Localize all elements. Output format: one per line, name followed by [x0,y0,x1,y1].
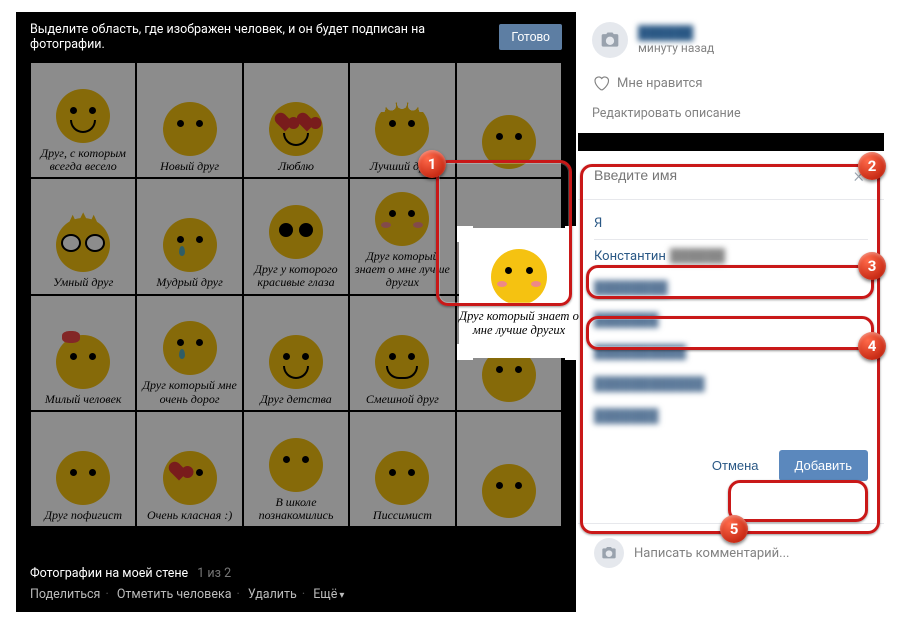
tag-instruction-bar: Выделите область, где изображен человек,… [16,12,576,62]
heart-icon [592,74,610,92]
comment-avatar [594,538,624,568]
grid-cell [456,62,562,178]
grid-cell: Мудрый друг [136,178,242,294]
camera-icon [600,30,620,50]
selected-caption: Друг который знает о мне лучше других [459,309,579,338]
side-panel: ██████ минуту назад Мне нравится Редакти… [578,12,884,582]
name-input[interactable] [594,167,850,183]
grid-cell: Умный друг [30,178,136,294]
grid-cell: Друг который знает о мне лучше других [349,178,455,294]
suggestion-item[interactable]: ████████ [594,272,868,304]
grid-cell: Друг детства [243,295,349,411]
tag-panel-stripe [578,133,884,151]
add-button[interactable]: Добавить [779,450,868,481]
like-button[interactable]: Мне нравится [578,68,884,102]
viewer-footer: Фотографии на моей стене 1 из 2 Поделить… [16,556,576,612]
camera-icon [601,545,617,561]
suggestion-me[interactable]: Я [594,208,868,239]
grid-cell: Милый человек [30,295,136,411]
grid-cell: Друг который мне очень дорог [136,295,242,411]
post-header: ██████ минуту назад [578,12,884,68]
author-name[interactable]: ██████ [638,25,714,41]
grid-cell: Люблю [243,62,349,178]
suggestion-friend[interactable]: Константин██████ [594,240,868,272]
comment-placeholder: Написать комментарий... [634,546,789,561]
photo-viewer: Выделите область, где изображен человек,… [16,12,576,612]
grid-cell: В школе познакомились [243,411,349,527]
grid-cell [456,411,562,527]
tag-person-link[interactable]: Отметить человека [117,587,232,602]
grid-cell: Друг, с которым всегда весело [30,62,136,178]
share-link[interactable]: Поделиться [30,587,100,602]
grid-cell: Писсимист [349,411,455,527]
photo-area[interactable]: Друг, с которым всегда веселоНовый другЛ… [16,62,576,527]
suggestion-list: Я Константин██████ ████████ ███████ ████… [578,200,884,436]
more-link[interactable]: Ещё▾ [313,587,344,602]
suggestion-item[interactable]: ██████████ [594,336,868,368]
grid-cell: Смешной друг [349,295,455,411]
instruction-text: Выделите область, где изображен человек,… [30,22,499,52]
name-input-row: × [578,151,884,199]
post-time: минуту назад [638,41,714,55]
done-button[interactable]: Готово [499,24,562,50]
grid-cell: Друг пофигист [30,411,136,527]
grid-cell: Очень класная :) [136,411,242,527]
photo-counter: 1 из 2 [197,566,231,581]
suggestion-item[interactable]: ████████████ [594,368,868,400]
suggestion-item[interactable]: ███████ [594,400,868,432]
author-avatar[interactable] [592,22,628,58]
album-title[interactable]: Фотографии на моей стене [30,566,188,581]
suggestion-item[interactable]: ███████ [594,304,868,336]
delete-link[interactable]: Удалить [248,587,297,602]
tag-selection[interactable]: Друг который знает о мне лучше других [459,228,579,358]
cancel-button[interactable]: Отмена [700,450,771,481]
chevron-down-icon: ▾ [339,590,344,601]
grid-cell: Друг у которого красивые глаза [243,178,349,294]
grid-cell: Лучший друг [349,62,455,178]
comment-composer[interactable]: Написать комментарий... [578,523,884,582]
button-row: Отмена Добавить [578,436,884,499]
grid-cell: Новый друг [136,62,242,178]
close-icon[interactable]: × [850,165,868,185]
edit-description[interactable]: Редактировать описание [578,102,884,133]
